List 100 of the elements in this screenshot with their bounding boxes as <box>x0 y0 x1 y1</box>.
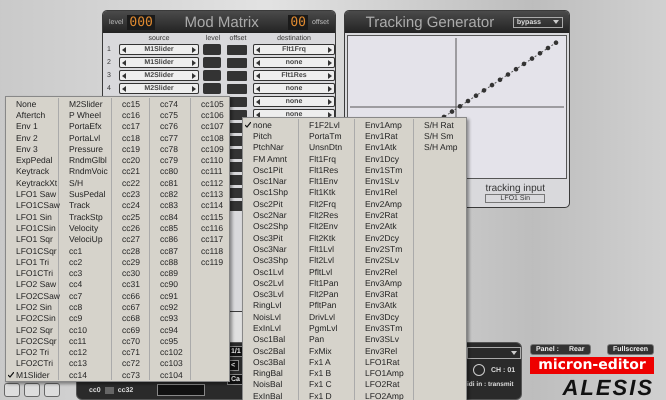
right-arrow-icon[interactable] <box>328 72 332 78</box>
channel-knob[interactable] <box>473 364 485 376</box>
menu-item[interactable]: cc114 <box>191 200 229 211</box>
menu-item[interactable]: cc89 <box>150 267 190 279</box>
menu-item[interactable]: Env3STm <box>355 322 413 334</box>
menu-item[interactable]: S/H Rat <box>414 119 466 130</box>
right-arrow-icon[interactable] <box>192 60 196 66</box>
menu-item[interactable]: cc14 <box>59 369 111 380</box>
menu-item[interactable]: cc22 <box>112 177 149 188</box>
menu-item[interactable]: cc106 <box>191 109 229 121</box>
menu-item[interactable]: cc69 <box>112 324 149 336</box>
menu-item[interactable]: cc112 <box>191 177 229 188</box>
menu-item[interactable]: UnsnDtn <box>299 142 354 153</box>
menu-item[interactable]: Osc3Nar <box>243 243 298 255</box>
menu-item[interactable]: Osc2Lvl <box>243 277 298 288</box>
menu-item[interactable]: Flt1Res <box>299 164 354 176</box>
menu-item[interactable]: cc19 <box>112 143 149 154</box>
left-arrow-icon[interactable] <box>122 46 126 52</box>
menu-item[interactable]: Osc3Lvl <box>243 288 298 300</box>
menu-item[interactable]: PortaLvl <box>59 132 111 144</box>
menu-item[interactable]: ExInLvl <box>243 322 298 334</box>
menu-item[interactable]: PfltPan <box>299 300 354 312</box>
menu-item[interactable]: cc3 <box>59 267 111 279</box>
menu-item[interactable]: cc11 <box>59 335 111 347</box>
menu-item[interactable]: Osc3Bal <box>243 356 298 368</box>
menu-item[interactable]: cc74 <box>150 98 190 110</box>
menu-item[interactable]: Flt1Ktk <box>299 186 354 198</box>
menu-item[interactable]: Osc2Bal <box>243 344 298 356</box>
menu-item[interactable]: Osc2Nar <box>243 209 298 221</box>
menu-item[interactable]: cc79 <box>150 154 190 166</box>
menu-item[interactable]: Fx1 C <box>299 378 354 390</box>
menu-item[interactable]: cc75 <box>150 109 190 121</box>
menu-item[interactable]: Aftertch <box>6 109 58 121</box>
right-arrow-icon[interactable] <box>328 98 332 104</box>
menu-item[interactable]: cc13 <box>59 358 111 370</box>
dropdown-field[interactable] <box>467 347 521 359</box>
menu-item[interactable]: Keytrack <box>6 166 58 178</box>
menu-item[interactable]: PortaTm <box>299 130 354 142</box>
menu-item[interactable]: cc93 <box>150 312 190 324</box>
menu-item[interactable]: LFO1 Tri <box>6 256 58 268</box>
menu-item[interactable]: none <box>243 119 298 130</box>
menu-item[interactable]: Env1Dcy <box>355 152 413 164</box>
menu-item[interactable]: Osc1Shp <box>243 186 298 198</box>
menu-item[interactable]: Osc2Shp <box>243 220 298 232</box>
left-arrow-icon[interactable] <box>256 86 260 92</box>
right-arrow-icon[interactable] <box>328 60 332 66</box>
menu-item[interactable]: Env3Rel <box>355 344 413 356</box>
menu-item[interactable]: cc28 <box>112 244 149 256</box>
menu-item[interactable]: cc111 <box>191 166 229 178</box>
menu-item[interactable]: cc95 <box>150 335 190 347</box>
menu-item[interactable]: Flt2Frq <box>299 198 354 210</box>
offset-button[interactable] <box>227 58 247 68</box>
menu-item[interactable]: S/H Amp <box>414 142 466 153</box>
menu-item[interactable]: Env2Atk <box>355 220 413 232</box>
menu-item[interactable]: cc7 <box>59 290 111 302</box>
offset-button[interactable] <box>227 70 247 80</box>
menu-item[interactable]: cc4 <box>59 278 111 290</box>
menu-item[interactable]: LFO2 Sin <box>6 301 58 313</box>
menu-item[interactable]: LFO2CSqr <box>6 335 58 347</box>
menu-item[interactable]: LFO1CSaw <box>6 200 58 211</box>
menu-item[interactable]: cc108 <box>191 132 229 144</box>
menu-item[interactable]: Fx1 D <box>299 390 354 400</box>
right-arrow-icon[interactable] <box>192 86 196 92</box>
menu-item[interactable]: RndmVoic <box>59 166 111 178</box>
menu-item[interactable]: cc115 <box>191 210 229 222</box>
menu-item[interactable]: DrivLvl <box>299 311 354 322</box>
menu-item[interactable]: KeytrackXt <box>6 177 58 188</box>
menu-item[interactable]: Osc3Pit <box>243 232 298 244</box>
menu-item[interactable]: TrackStp <box>59 210 111 222</box>
menu-item[interactable]: Env3Atk <box>355 300 413 312</box>
menu-item[interactable]: LFO1 Saw <box>6 188 58 200</box>
menu-item[interactable]: cc23 <box>112 188 149 200</box>
menu-item[interactable]: None <box>6 98 58 110</box>
menu-item[interactable]: cc113 <box>191 188 229 200</box>
menu-item[interactable]: M1Slider <box>6 369 58 380</box>
menu-item[interactable]: Osc1Nar <box>243 175 298 187</box>
menu-item[interactable]: LFO2Rat <box>355 378 413 390</box>
menu-item[interactable]: LFO2 Tri <box>6 346 58 358</box>
menu-item[interactable]: cc27 <box>112 234 149 245</box>
menu-item[interactable]: Flt2Ktk <box>299 232 354 244</box>
menu-item[interactable]: P Wheel <box>59 109 111 121</box>
menu-item[interactable]: LFO2CSaw <box>6 290 58 302</box>
menu-item[interactable]: cc94 <box>150 324 190 336</box>
menu-item[interactable]: cc70 <box>112 335 149 347</box>
menu-item[interactable]: Osc1Pit <box>243 164 298 176</box>
menu-item[interactable]: LFO1 Sin <box>6 210 58 222</box>
menu-item[interactable]: Track <box>59 200 111 211</box>
menu-item[interactable]: Fx1 B <box>299 368 354 379</box>
menu-item[interactable]: Env1SLv <box>355 175 413 187</box>
menu-item[interactable]: NoisBal <box>243 378 298 390</box>
small-button[interactable] <box>24 383 40 397</box>
left-arrow-icon[interactable] <box>122 60 126 66</box>
menu-item[interactable]: cc73 <box>112 369 149 380</box>
left-arrow-icon[interactable] <box>256 72 260 78</box>
right-arrow-icon[interactable] <box>192 72 196 78</box>
left-arrow-icon[interactable] <box>256 46 260 52</box>
menu-item[interactable]: Flt2Pan <box>299 288 354 300</box>
menu-item[interactable]: Flt1Env <box>299 175 354 187</box>
menu-item[interactable]: Env2Rat <box>355 209 413 221</box>
menu-item[interactable]: cc9 <box>59 312 111 324</box>
